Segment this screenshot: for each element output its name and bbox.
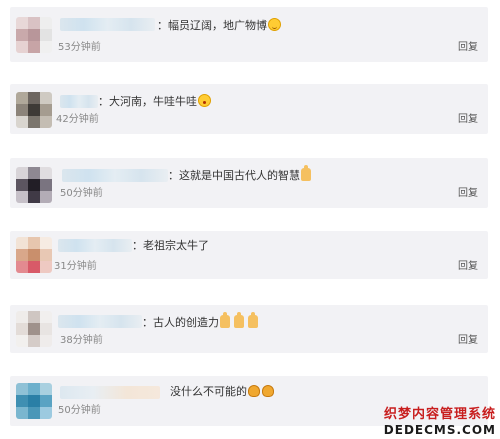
avatar[interactable] — [16, 383, 52, 419]
timestamp: 53分钟前 — [58, 42, 101, 53]
timestamp: 38分钟前 — [60, 335, 103, 346]
username[interactable] — [60, 95, 98, 108]
clap-icon — [248, 385, 260, 397]
reply-button[interactable]: 回复 — [458, 261, 478, 273]
surprised-emoji-icon — [198, 94, 211, 107]
avatar[interactable] — [16, 167, 52, 203]
timestamp: 31分钟前 — [54, 261, 97, 272]
comment-text: ：大河南，牛哇牛哇 — [98, 94, 211, 109]
username[interactable] — [60, 386, 160, 399]
thumbs-up-icon — [220, 312, 230, 328]
avatar[interactable] — [16, 311, 52, 347]
clap-icon — [262, 385, 274, 397]
thumbs-up-icon — [248, 312, 258, 328]
watermark-cn-text: 织梦内容管理系统 — [383, 407, 496, 422]
timestamp: 50分钟前 — [58, 405, 101, 416]
thumbs-up-icon — [301, 165, 311, 181]
comment-text: ：这就是中国古代人的智慧 — [168, 165, 311, 183]
thumbs-up-icon — [234, 312, 244, 328]
timestamp: 42分钟前 — [56, 114, 99, 125]
username[interactable] — [60, 18, 155, 31]
username[interactable] — [62, 169, 168, 182]
comment-text: ：幅员辽阔，地广物博 — [157, 18, 281, 33]
comment-card: ：幅员辽阔，地广物博 53分钟前 回复 — [10, 7, 488, 62]
reply-button[interactable]: 回复 — [458, 42, 478, 54]
smile-emoji-icon — [268, 18, 281, 31]
comment-card: ：古人的创造力 38分钟前 回复 — [10, 305, 488, 353]
username[interactable] — [58, 315, 142, 328]
comment-card: ：这就是中国古代人的智慧 50分钟前 回复 — [10, 158, 488, 208]
avatar[interactable] — [16, 92, 52, 128]
username[interactable] — [58, 239, 132, 252]
comment-text: ：老祖宗太牛了 — [132, 239, 209, 252]
reply-button[interactable]: 回复 — [458, 188, 478, 200]
reply-button[interactable]: 回复 — [458, 335, 478, 347]
watermark-en-text: DEDECMS.COM — [383, 423, 496, 437]
comment-text: 没什么不可能的 — [170, 385, 274, 399]
avatar[interactable] — [16, 237, 52, 273]
avatar[interactable] — [16, 17, 52, 53]
timestamp: 50分钟前 — [60, 188, 103, 199]
comment-text: ：古人的创造力 — [142, 312, 258, 330]
site-watermark: 织梦内容管理系统 DEDECMS.COM — [384, 407, 496, 437]
comment-card: ：老祖宗太牛了 31分钟前 回复 — [10, 231, 488, 279]
reply-button[interactable]: 回复 — [458, 114, 478, 126]
comment-card: ：大河南，牛哇牛哇 42分钟前 回复 — [10, 84, 488, 134]
